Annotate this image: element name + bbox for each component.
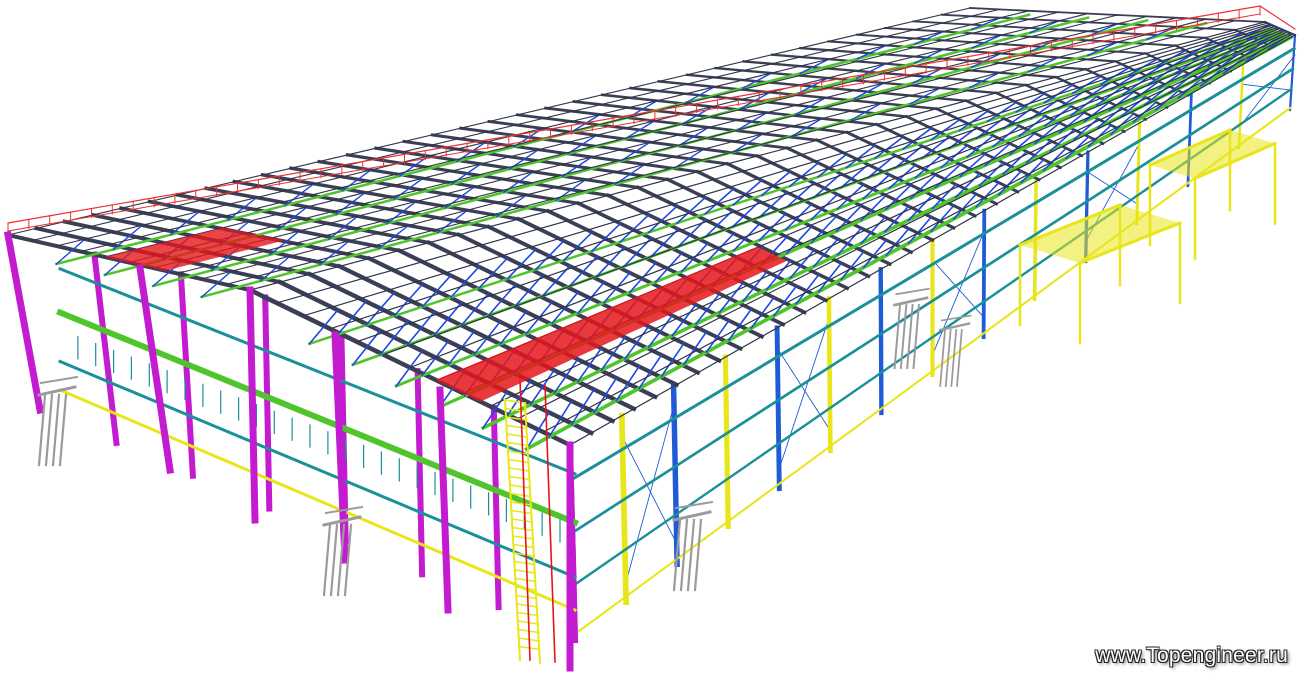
ladder-rung	[512, 535, 534, 540]
wall-column	[878, 267, 884, 416]
ladder-rung	[510, 509, 533, 515]
ladder-rung	[514, 577, 537, 583]
main-column	[136, 264, 174, 474]
platform-leg	[693, 518, 703, 592]
ladder-rung	[516, 611, 539, 617]
ladder-rung	[506, 441, 529, 447]
platform-leg	[686, 518, 696, 592]
ladder-rung	[516, 603, 538, 608]
platform-leg	[58, 393, 68, 467]
platform-top	[892, 296, 929, 307]
main-column	[3, 230, 45, 415]
ladder-rung	[513, 560, 536, 566]
ladder-rung	[511, 526, 534, 532]
ladder-rung	[509, 484, 531, 489]
platform-rail	[39, 375, 79, 385]
ladder-rail	[503, 398, 522, 662]
platform-leg	[939, 329, 946, 387]
watermark-text: www.Topengineer.ru	[1095, 644, 1288, 667]
platform-leg	[893, 303, 902, 370]
ladder-rung	[508, 467, 530, 472]
wall-column	[1288, 33, 1297, 112]
platform-leg	[322, 523, 332, 597]
ladder-rung	[507, 458, 530, 464]
wall-x-brace	[621, 435, 678, 545]
wall-column	[981, 208, 987, 340]
ladder-rung	[511, 518, 533, 523]
ladder-rung	[508, 475, 531, 481]
platform-leg	[51, 393, 61, 467]
platform-rail	[895, 287, 930, 296]
truss-chord	[54, 13, 1031, 266]
ladder-rung	[512, 543, 535, 549]
platform-leg	[329, 523, 339, 597]
wall-column	[722, 354, 731, 530]
access-ladder	[503, 379, 556, 665]
wall-column	[826, 296, 833, 454]
wall-x-brace	[1087, 171, 1138, 205]
ladder-rung	[514, 569, 536, 574]
steel-frame-3d-model	[3, 5, 1297, 672]
ladder-rung	[505, 424, 528, 430]
main-column	[246, 286, 259, 524]
wall-x-brace	[776, 347, 832, 432]
wall-column	[670, 383, 680, 568]
platform-leg	[912, 303, 920, 370]
platform-leg	[44, 393, 54, 467]
platform-leg	[950, 329, 958, 387]
wall-column	[1135, 121, 1142, 226]
ladder-rung	[515, 594, 538, 600]
wall-column	[774, 325, 782, 492]
platform-leg	[956, 329, 963, 387]
ladder-rung	[506, 433, 528, 438]
